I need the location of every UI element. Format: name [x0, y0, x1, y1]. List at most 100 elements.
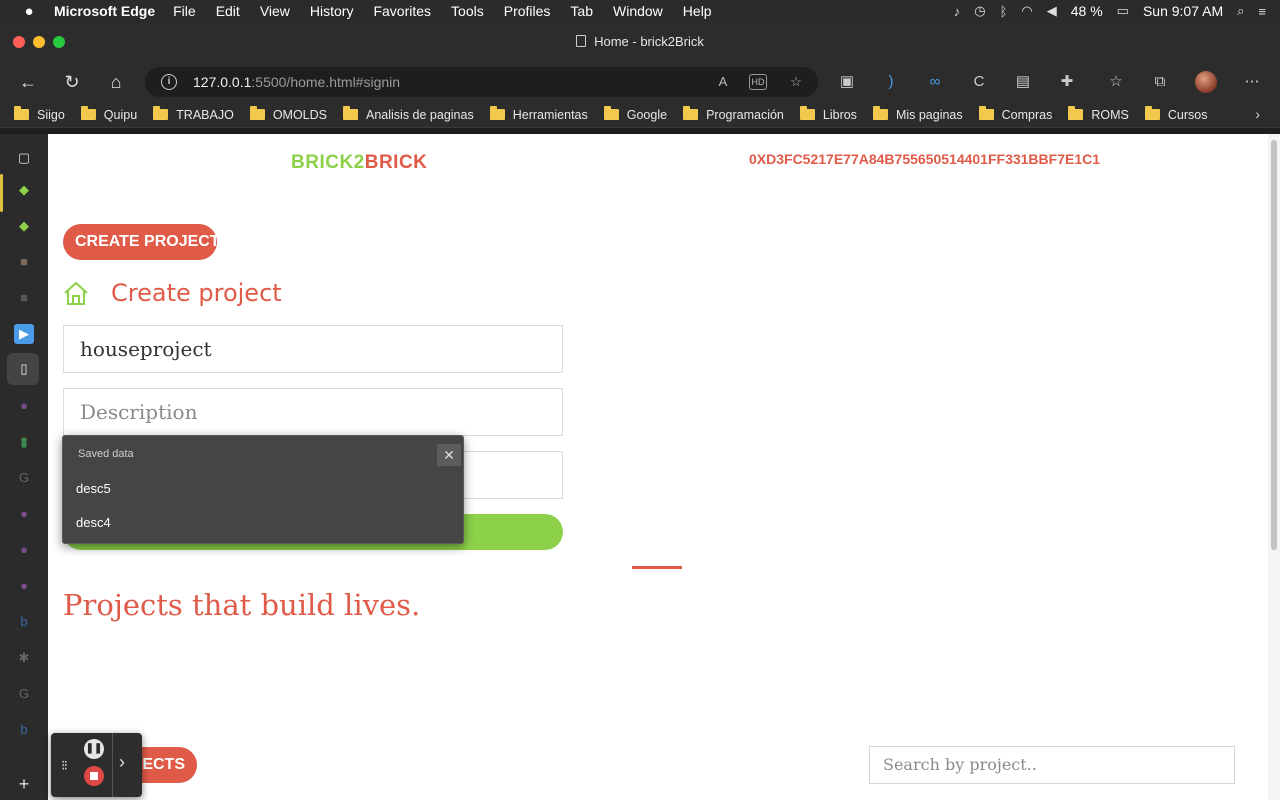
tab-favicon-icon[interactable]: ▮: [14, 432, 34, 452]
add-favorite-icon[interactable]: ☆: [786, 72, 806, 92]
tab-favicon-icon[interactable]: b: [14, 720, 34, 740]
bookmark-folder[interactable]: Mis paginas: [872, 106, 963, 122]
battery-icon[interactable]: ▭: [1117, 3, 1129, 19]
tab-favicon-icon[interactable]: ●: [14, 396, 34, 416]
menu-history[interactable]: History: [310, 3, 354, 19]
folder-icon: [1068, 106, 1084, 120]
folder-icon: [343, 106, 358, 120]
bookmark-folder[interactable]: Siigo: [14, 106, 65, 122]
tab-favicon-icon[interactable]: ▶: [14, 324, 34, 344]
tab-favicon-icon[interactable]: b: [14, 612, 34, 632]
autofill-item[interactable]: desc4: [76, 515, 111, 530]
status-area: ♪ ◷ ᛒ ◠ ◀ 48 % ▭ Sun 9:07 AM ⌕ ≡: [954, 0, 1266, 22]
tab-favicon-icon[interactable]: G: [14, 468, 34, 488]
tab-favicon-icon[interactable]: ■: [14, 252, 34, 272]
battery-percent[interactable]: 48 %: [1071, 3, 1103, 19]
reload-icon[interactable]: ↻: [60, 70, 84, 94]
page-scrollbar[interactable]: [1268, 134, 1280, 800]
tab-favicon-icon[interactable]: ■: [14, 288, 34, 308]
extension-box-icon[interactable]: ▤: [1013, 72, 1033, 92]
bookmark-folder[interactable]: ROMS: [1068, 106, 1129, 122]
chevron-right-icon[interactable]: ›: [119, 752, 125, 773]
bookmark-label: Siigo: [37, 107, 65, 122]
tab-favicon-icon[interactable]: ✱: [14, 648, 34, 668]
tab-favicon-icon[interactable]: ●: [14, 540, 34, 560]
bookmark-label: Quipu: [103, 107, 138, 122]
more-menu-icon[interactable]: ⋯: [1242, 72, 1262, 92]
extension-c-icon[interactable]: C: [969, 72, 989, 92]
menu-window[interactable]: Window: [613, 3, 663, 19]
bookmark-label: TRABAJO: [176, 107, 234, 122]
microphone-icon[interactable]: ♪: [954, 4, 961, 19]
menu-tab[interactable]: Tab: [570, 3, 593, 19]
menu-file[interactable]: File: [173, 3, 196, 19]
bookmark-folder[interactable]: Herramientas: [489, 106, 588, 122]
close-icon[interactable]: ✕: [437, 444, 461, 466]
pause-icon[interactable]: ❚❚: [84, 739, 104, 759]
bookmark-folder[interactable]: Libros: [799, 106, 857, 122]
menu-help[interactable]: Help: [683, 3, 712, 19]
new-tab-plus-icon[interactable]: +: [14, 774, 34, 794]
menu-view[interactable]: View: [260, 3, 290, 19]
active-tab-page-icon[interactable]: ▯: [14, 359, 34, 379]
extensions-puzzle-icon[interactable]: ✚: [1057, 72, 1077, 92]
back-arrow-icon[interactable]: ←: [16, 70, 40, 94]
address-bar[interactable]: i 127.0.0.1:5500/home.html#signin A HD ☆: [145, 67, 818, 97]
stop-icon[interactable]: [84, 766, 104, 786]
description-input[interactable]: Description: [63, 388, 563, 436]
video-enhance-icon[interactable]: HD: [749, 74, 767, 90]
bookmark-folder[interactable]: Google: [603, 106, 668, 122]
folder-icon: [978, 106, 994, 120]
folder-icon: [683, 106, 699, 120]
bookmark-folder[interactable]: OMOLDS: [249, 106, 327, 122]
scrollbar-thumb[interactable]: [1271, 140, 1277, 550]
apple-menu-icon[interactable]: ●: [20, 3, 38, 20]
tab-favicon-icon[interactable]: ●: [14, 576, 34, 596]
tab-favicon-icon[interactable]: ◆: [14, 216, 34, 236]
tab-favicon-icon[interactable]: ●: [14, 504, 34, 524]
collections-icon[interactable]: ⧉: [1150, 72, 1170, 92]
spotlight-search-icon[interactable]: ⌕: [1237, 3, 1244, 19]
profile-avatar[interactable]: [1195, 71, 1217, 93]
favorites-icon[interactable]: ☆: [1106, 72, 1126, 92]
extension-wallet-icon[interactable]: ): [881, 72, 901, 92]
project-search-input[interactable]: Search by project..: [869, 746, 1235, 784]
folder-icon: [14, 106, 29, 120]
menu-tools[interactable]: Tools: [451, 3, 484, 19]
menu-edit[interactable]: Edit: [216, 3, 240, 19]
url-text[interactable]: 127.0.0.1:5500/home.html#signin: [193, 74, 400, 90]
menu-profiles[interactable]: Profiles: [504, 3, 551, 19]
menu-favorites[interactable]: Favorites: [373, 3, 431, 19]
create-project-button[interactable]: CREATE PROJECT: [63, 224, 220, 260]
brand-logo[interactable]: BRICK2BRICK: [291, 152, 427, 174]
tab-favicon-icon[interactable]: ◆: [14, 180, 34, 200]
home-icon[interactable]: ⌂: [104, 70, 128, 94]
bookmark-folder[interactable]: Analisis de paginas: [343, 106, 474, 122]
bookmark-folder[interactable]: Compras: [978, 106, 1052, 122]
volume-icon[interactable]: ◀: [1047, 3, 1057, 19]
bookmark-label: Google: [626, 107, 668, 122]
extension-link-icon[interactable]: ∞: [925, 72, 945, 92]
extension-printer-icon[interactable]: ▣: [837, 72, 857, 92]
bookmarks-overflow-icon[interactable]: ›: [1255, 106, 1260, 122]
tagline-heading: Projects that build lives.: [63, 588, 421, 622]
time-machine-icon[interactable]: ◷: [974, 3, 985, 19]
drag-handle-icon[interactable]: ⁝⁝: [61, 757, 68, 774]
bookmark-folder[interactable]: Quipu: [80, 106, 138, 122]
site-info-icon[interactable]: i: [161, 74, 177, 90]
bookmark-label: Libros: [822, 107, 857, 122]
bookmark-folder[interactable]: Cursos: [1144, 106, 1207, 122]
tab-actions-icon[interactable]: ▢: [14, 148, 34, 168]
read-aloud-icon[interactable]: A: [713, 72, 733, 92]
bookmark-folder[interactable]: TRABAJO: [153, 106, 234, 122]
control-center-icon[interactable]: ≡: [1258, 4, 1266, 19]
autofill-item[interactable]: desc5: [76, 481, 111, 496]
tab-favicon-icon[interactable]: G: [14, 684, 34, 704]
wifi-icon[interactable]: ◠: [1021, 3, 1032, 19]
bookmark-folder[interactable]: Programación: [683, 106, 784, 122]
project-name-input[interactable]: houseproject: [63, 325, 563, 373]
bluetooth-icon[interactable]: ᛒ: [1000, 4, 1008, 19]
app-menu-name[interactable]: Microsoft Edge: [54, 3, 155, 19]
folder-icon: [489, 106, 505, 120]
menu-clock[interactable]: Sun 9:07 AM: [1143, 3, 1223, 19]
